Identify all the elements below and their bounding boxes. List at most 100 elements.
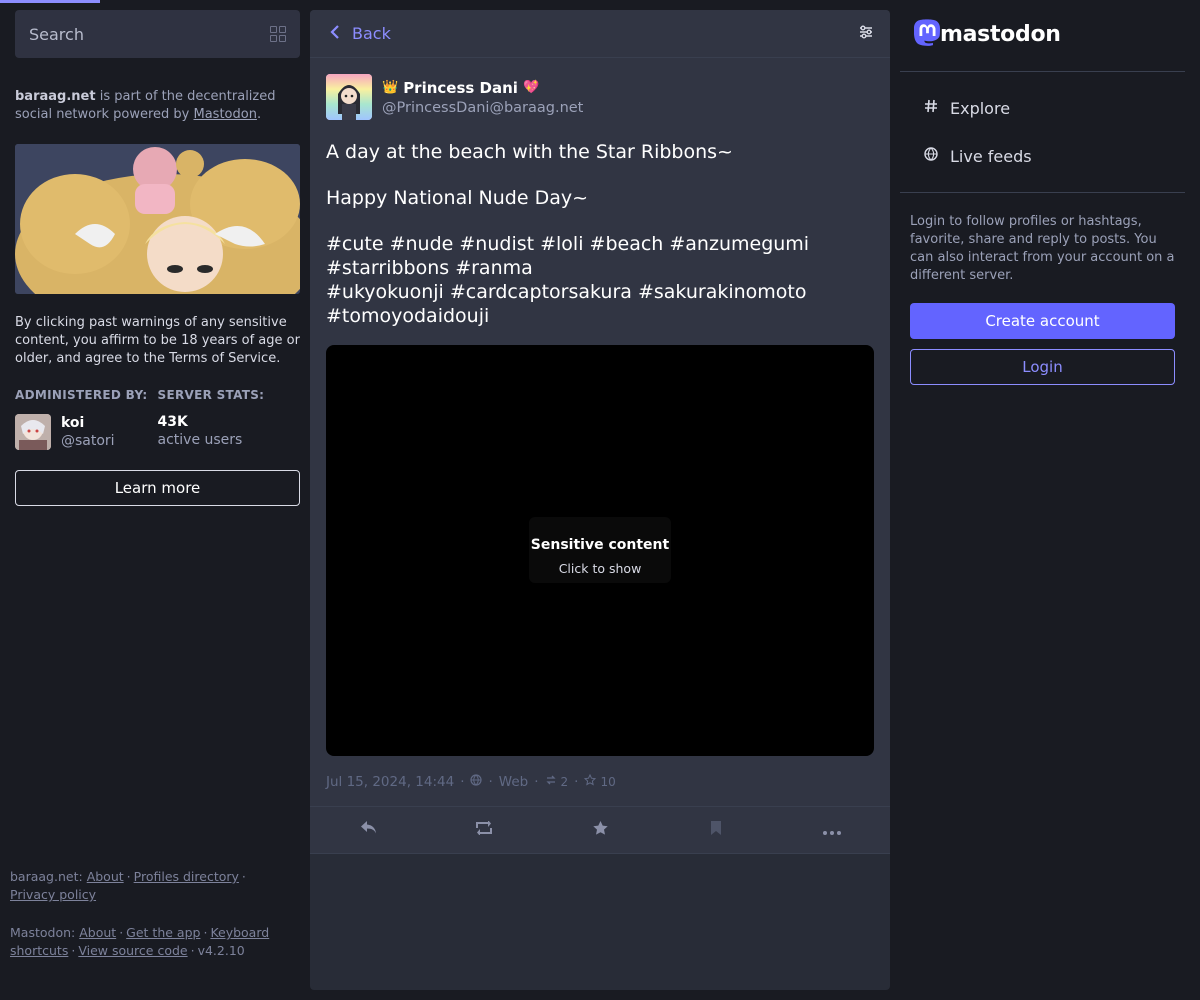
post-display-name[interactable]: 👑 Princess Dani 💖 [382,79,583,97]
media-gallery[interactable]: Sensitive content Click to show [326,345,874,756]
footer-about-link[interactable]: About [87,869,124,884]
favourite-button[interactable] [542,820,658,841]
footer-server-links: baraag.net: About · Profiles directory · Pr… [10,868,280,904]
logo-wordmark: mastodon [940,21,1061,47]
nav-explore-label: Explore [950,98,1011,118]
grid-icon [270,26,286,42]
mastodon-link[interactable]: Mastodon [193,107,256,122]
post-display-name-text: Princess Dani [403,78,518,97]
mastodon-logo[interactable]: mastodon [913,19,1185,49]
divider [900,192,1185,193]
server-banner [15,144,300,294]
hashtags-line[interactable]: #cute #nude #nudist #loli #beach #anzume… [326,233,809,279]
meta-separator: · [534,774,539,790]
navigation: Explore Live feeds [900,72,1185,192]
post-hashtags[interactable]: #cute #nude #nudist #loli #beach #anzume… [326,232,874,328]
admin-account[interactable]: koi @satori [15,414,158,450]
footer-privacy-link[interactable]: Privacy policy [10,887,96,902]
boost-count[interactable]: 2 [561,775,569,789]
footer-dot: · [119,925,124,940]
footer-server-name: baraag.net [10,869,79,884]
favourite-count[interactable]: 10 [600,775,615,789]
left-column: Search baraag.net is part of the decentr… [15,10,300,990]
action-bar [310,807,890,853]
stats-label: active users [157,432,243,448]
footer-version: v4.2.10 [197,943,245,958]
post-paragraph: Happy National Nude Day~ [326,187,589,209]
boost-count-icon [545,774,557,790]
post-detail: 👑 Princess Dani 💖 @PrincessDani@baraag.n… [310,58,890,854]
footer-mastodon-name: Mastodon [10,925,72,940]
footer-dot: · [241,869,246,884]
post-application: Web [498,774,529,790]
heart-emoji: 💖 [522,80,540,95]
bookmark-button[interactable] [658,820,774,841]
post-account: @PrincessDani@baraag.net [382,99,584,116]
chevron-left-icon [330,24,340,43]
sensitive-subtitle: Click to show [558,560,642,576]
nav-explore[interactable]: Explore [900,84,1185,132]
center-column: Back 👑 Princess Dani 💖 @PrincessDani@bar… [310,10,890,990]
back-button[interactable]: Back [330,24,391,43]
stats-value: 43K [157,414,188,430]
server-intro: baraag.net is part of the decentralized … [15,88,300,124]
reply-button[interactable] [310,820,426,840]
hashtags-line[interactable]: #ukyokuonji #cardcaptorsakura #sakurakin… [326,281,807,327]
create-account-button[interactable]: Create account [910,303,1175,339]
avatar[interactable] [326,74,372,120]
meta-separator: · [574,774,579,790]
admin-section: ADMINISTERED BY: koi @satori [15,388,158,450]
post-author[interactable]: 👑 Princess Dani 💖 @PrincessDani@baraag.n… [326,74,874,120]
boost-button[interactable] [426,820,542,840]
footer-dot: · [71,943,76,958]
footer-source-link[interactable]: View source code [78,943,187,958]
sensitive-warning: By clicking past warnings of any sensiti… [15,315,300,366]
footer-dot: · [203,925,208,940]
globe-icon [470,774,483,790]
more-button[interactable] [774,820,890,840]
footer-colon: : [78,869,83,884]
footer-dot: · [126,869,131,884]
retweet-icon [474,820,494,840]
search-placeholder: Search [29,24,84,44]
sensitive-title: Sensitive content [530,536,670,553]
right-column: mastodon Explore Live feeds Login to fol… [900,10,1185,990]
server-domain: baraag.net [15,89,96,104]
nav-live-feeds[interactable]: Live feeds [900,132,1185,180]
footer-profiles-link[interactable]: Profiles directory [134,869,239,884]
login-button[interactable]: Login [910,349,1175,385]
admin-handle: @satori [61,433,115,449]
post-timestamp[interactable]: Jul 15, 2024, 14:44 [326,774,454,790]
bookmark-icon [710,820,722,841]
reply-icon [360,820,377,840]
server-intro-end: . [256,107,262,122]
admin-heading: ADMINISTERED BY: [15,388,148,402]
admin-stats: ADMINISTERED BY: koi @satori SERVER STAT… [15,388,300,450]
footer-colon: : [71,925,76,940]
meta-separator: · [488,774,493,790]
sliders-icon[interactable] [858,24,874,44]
mastodon-icon [913,19,942,49]
search-input[interactable]: Search [15,10,300,58]
footer-dot: · [190,943,195,958]
sensitive-content-button[interactable]: Sensitive content Click to show [529,517,671,583]
star-count-icon [584,773,597,790]
avatar [15,414,51,450]
column-header: Back [310,10,890,58]
ellipsis-icon [823,820,841,840]
loading-bar [0,0,100,3]
admin-name: koi [61,415,85,431]
learn-more-button[interactable]: Learn more [15,470,300,506]
back-label: Back [352,24,391,43]
post-paragraph: A day at the beach with the Star Ribbons… [326,141,733,163]
footer: baraag.net: About · Profiles directory · Pr… [10,868,280,980]
footer-get-app-link[interactable]: Get the app [126,925,200,940]
crown-emoji: 👑 [382,80,399,95]
post-content: A day at the beach with the Star Ribbons… [326,140,874,328]
globe-icon [924,147,938,165]
stats-section: SERVER STATS: 43K active users [158,388,301,450]
footer-mastodon-about-link[interactable]: About [79,925,116,940]
login-prompt: Login to follow profiles or hashtags, fa… [910,214,1175,283]
post-meta: Jul 15, 2024, 14:44 · · Web · 2 · 10 [310,773,890,807]
nav-live-feeds-label: Live feeds [950,146,1032,166]
